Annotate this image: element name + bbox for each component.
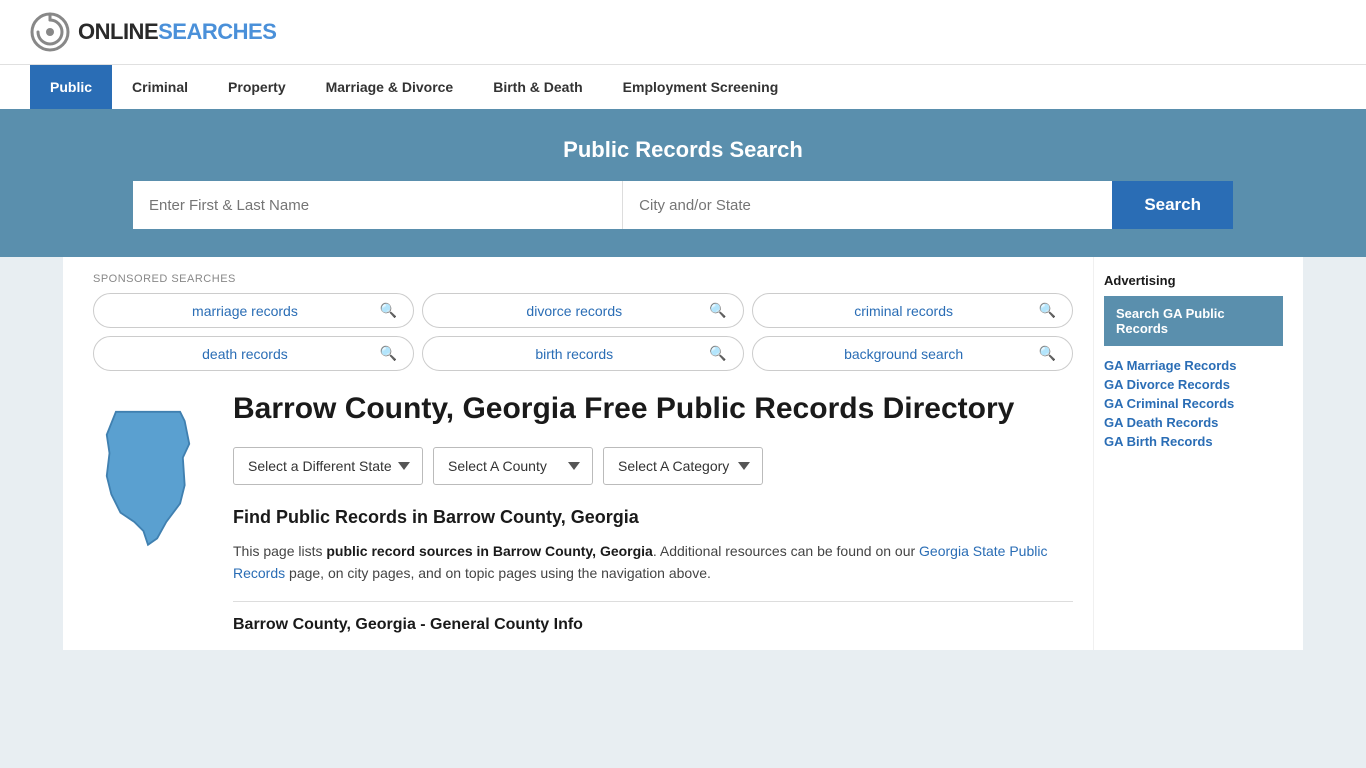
- search-tag-icon: 🔍: [709, 345, 726, 362]
- search-banner-title: Public Records Search: [30, 137, 1336, 163]
- main-container: SPONSORED SEARCHES marriage records 🔍 di…: [63, 257, 1303, 650]
- nav-property[interactable]: Property: [208, 65, 306, 109]
- county-info: Barrow County, Georgia Free Public Recor…: [233, 391, 1073, 634]
- county-title: Barrow County, Georgia Free Public Recor…: [233, 391, 1073, 427]
- sidebar: Advertising Search GA Public Records GA …: [1093, 257, 1293, 650]
- selects-row: Select a Different State Select A County…: [233, 447, 1073, 485]
- sidebar-link-criminal[interactable]: GA Criminal Records: [1104, 396, 1283, 411]
- name-input[interactable]: [133, 181, 623, 229]
- tag-criminal[interactable]: criminal records 🔍: [752, 293, 1073, 328]
- nav-employment[interactable]: Employment Screening: [603, 65, 799, 109]
- tag-marriage[interactable]: marriage records 🔍: [93, 293, 414, 328]
- tag-death[interactable]: death records 🔍: [93, 336, 414, 371]
- category-select[interactable]: Select A Category: [603, 447, 763, 485]
- tag-background[interactable]: background search 🔍: [752, 336, 1073, 371]
- nav-birth-death[interactable]: Birth & Death: [473, 65, 602, 109]
- sidebar-link-birth[interactable]: GA Birth Records: [1104, 434, 1283, 449]
- georgia-map-svg: [93, 401, 203, 551]
- sidebar-link-divorce[interactable]: GA Divorce Records: [1104, 377, 1283, 392]
- county-select[interactable]: Select A County: [433, 447, 593, 485]
- sidebar-links: GA Marriage Records GA Divorce Records G…: [1104, 358, 1283, 449]
- logo-icon: [30, 12, 70, 52]
- search-tag-icon: 🔍: [1039, 345, 1056, 362]
- sidebar-ad-label: Advertising: [1104, 273, 1283, 288]
- state-select[interactable]: Select a Different State: [233, 447, 423, 485]
- search-tag-icon: 🔍: [1039, 302, 1056, 319]
- search-tag-icon: 🔍: [380, 345, 397, 362]
- site-logo[interactable]: ONLINESEARCHES: [30, 12, 276, 52]
- section-subtitle: Barrow County, Georgia - General County …: [233, 601, 1073, 634]
- tag-birth[interactable]: birth records 🔍: [422, 336, 743, 371]
- state-map: [93, 391, 213, 634]
- logo-text: ONLINESEARCHES: [78, 19, 276, 45]
- search-tag-icon: 🔍: [709, 302, 726, 319]
- nav-marriage-divorce[interactable]: Marriage & Divorce: [306, 65, 474, 109]
- sidebar-ad-banner[interactable]: Search GA Public Records: [1104, 296, 1283, 346]
- sidebar-link-death[interactable]: GA Death Records: [1104, 415, 1283, 430]
- sidebar-link-marriage[interactable]: GA Marriage Records: [1104, 358, 1283, 373]
- main-nav: Public Criminal Property Marriage & Divo…: [0, 64, 1366, 109]
- content-area: SPONSORED SEARCHES marriage records 🔍 di…: [73, 257, 1093, 650]
- sponsored-label: SPONSORED SEARCHES: [93, 273, 1073, 285]
- nav-criminal[interactable]: Criminal: [112, 65, 208, 109]
- nav-public[interactable]: Public: [30, 65, 112, 109]
- county-content: Barrow County, Georgia Free Public Recor…: [93, 391, 1073, 634]
- search-banner: Public Records Search Search: [0, 109, 1366, 257]
- tag-divorce[interactable]: divorce records 🔍: [422, 293, 743, 328]
- search-button[interactable]: Search: [1112, 181, 1233, 229]
- description: This page lists public record sources in…: [233, 540, 1073, 585]
- location-input[interactable]: [623, 181, 1112, 229]
- find-records-title: Find Public Records in Barrow County, Ge…: [233, 507, 1073, 528]
- search-tag-icon: 🔍: [380, 302, 397, 319]
- search-form: Search: [133, 181, 1233, 229]
- search-tags: marriage records 🔍 divorce records 🔍 cri…: [93, 293, 1073, 371]
